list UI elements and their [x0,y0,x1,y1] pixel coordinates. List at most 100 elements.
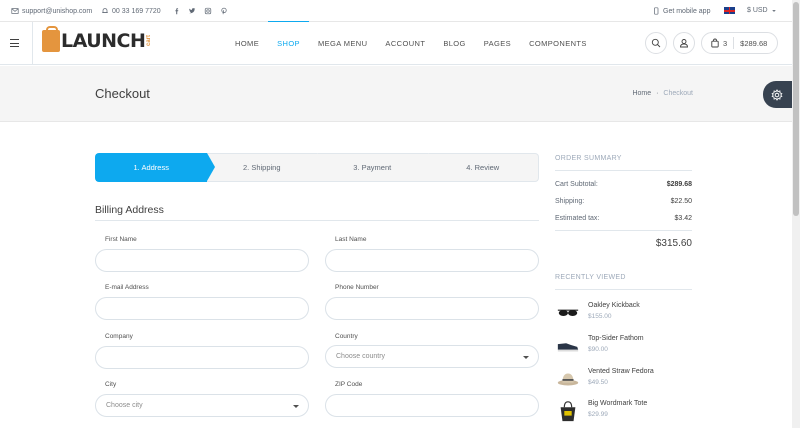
step-review[interactable]: 4. Review [427,153,539,182]
phone-text: 00 33 169 7720 [112,7,161,15]
recent-item[interactable]: Oakley Kickback $155.00 [555,300,692,326]
search-icon [651,38,661,48]
facebook-icon[interactable] [173,7,181,15]
nav-mega-menu[interactable]: MEGA MENU [309,22,376,65]
bell-icon [102,8,108,13]
city-select[interactable]: Choose city [95,394,309,417]
zip-field[interactable] [325,394,539,417]
breadcrumb-separator: · [656,90,659,97]
page-title: Checkout [95,86,150,101]
recently-viewed-heading: RECENTLY VIEWED [555,274,626,281]
nav-blog[interactable]: BLOG [434,22,474,65]
last-name-label: Last Name [335,236,367,243]
subtotal-value: $289.68 [666,181,692,188]
recent-item-price: $90.00 [588,346,608,353]
last-name-field[interactable] [325,249,539,272]
cart-divider [733,37,735,49]
phone-label: Phone Number [335,284,379,291]
hat-icon [555,366,581,392]
currency-text: $ USD [747,7,768,14]
divider [32,22,33,65]
email-contact[interactable]: support@unishop.com [11,7,92,15]
recent-item-name: Vented Straw Fedora [588,368,654,375]
cart-count: 3 [723,38,728,48]
twitter-icon[interactable] [188,7,196,15]
breadcrumb-home[interactable]: Home [632,90,651,97]
checkout-steps: 1. Address 2. Shipping 3. Payment 4. Rev… [95,153,539,182]
billing-divider [95,220,539,221]
shipping-value: $22.50 [670,198,692,205]
logo-subtext: cart [146,35,153,47]
mobile-app-link[interactable]: Get mobile app [652,7,710,15]
shoe-icon [555,333,581,359]
main-nav: HOME SHOP MEGA MENU ACCOUNT BLOG PAGES C… [226,21,596,65]
bag-icon [555,398,581,424]
recent-item[interactable]: Big Wordmark Tote $29.99 [555,398,692,424]
nav-shop[interactable]: SHOP [268,21,309,65]
recent-item-name: Top-Sider Fathom [588,335,644,342]
instagram-icon[interactable] [204,7,212,15]
step-shipping[interactable]: 2. Shipping [206,153,325,182]
shipping-label: Shipping: [555,198,585,205]
recent-item-price: $29.99 [588,411,608,418]
recent-item-price: $49.50 [588,379,608,386]
order-summary-heading: ORDER SUMMARY [555,155,622,162]
nav-account[interactable]: ACCOUNT [376,22,434,65]
step-payment[interactable]: 3. Payment [317,153,435,182]
nav-pages[interactable]: PAGES [475,22,520,65]
recent-item[interactable]: Vented Straw Fedora $49.50 [555,366,692,392]
user-icon [680,39,688,48]
tax-label: Estimated tax: [555,215,600,222]
country-select-value: Choose country [336,353,386,360]
email-field[interactable] [95,297,309,320]
country-select[interactable]: Choose country [325,345,539,368]
first-name-label: First Name [105,236,137,243]
step-address[interactable]: 1. Address [95,153,214,182]
site-header: LAUNCH cart HOME SHOP MEGA MENU ACCOUNT … [0,21,792,65]
recent-divider [555,289,692,290]
page-title-bar: Checkout Home · Checkout [0,66,792,122]
recent-item-price: $155.00 [588,313,612,320]
order-total: $315.60 [655,238,692,249]
nav-components[interactable]: COMPONENTS [520,22,596,65]
account-button[interactable] [673,32,695,54]
breadcrumb: Home · Checkout [632,90,693,97]
phone-field[interactable] [325,297,539,320]
chevron-down-icon [523,356,529,359]
page-scrollbar[interactable] [792,0,800,428]
breadcrumb-current: Checkout [663,90,693,97]
summary-tax-row: Estimated tax: $3.42 [555,215,692,222]
gear-icon [771,88,783,101]
chevron-down-icon [293,405,299,408]
mobile-icon [654,7,659,15]
summary-divider [555,170,692,171]
scrollbar-thumb[interactable] [793,2,799,216]
nav-home[interactable]: HOME [226,22,268,65]
summary-subtotal-row: Cart Subtotal: $289.68 [555,181,692,188]
recent-item-name: Oakley Kickback [588,302,640,309]
billing-title: Billing Address [95,204,164,216]
company-field[interactable] [95,346,309,369]
top-bar: support@unishop.com 00 33 169 7720 Get m… [0,0,792,22]
shopping-bag-icon [711,38,719,48]
phone-contact[interactable]: 00 33 169 7720 [101,7,161,15]
recent-item[interactable]: Top-Sider Fathom $90.00 [555,333,692,359]
menu-toggle-icon[interactable] [10,39,19,47]
bag-logo-icon [42,26,60,52]
currency-selector[interactable]: $ USD [724,7,777,14]
header-tools: 3 $289.68 [645,32,778,54]
country-label: Country [335,333,358,340]
city-select-value: Choose city [106,402,143,409]
chevron-down-icon [771,9,776,12]
pinterest-icon[interactable] [220,7,228,15]
logo-text: LAUNCH [61,30,146,52]
search-button[interactable] [645,32,667,54]
cart-button[interactable]: 3 $289.68 [701,32,778,54]
site-logo[interactable]: LAUNCH cart [42,26,153,52]
sunglasses-icon [555,300,581,326]
mobile-app-text: Get mobile app [663,7,711,15]
summary-shipping-row: Shipping: $22.50 [555,198,692,205]
recent-item-name: Big Wordmark Tote [588,400,648,407]
subtotal-label: Cart Subtotal: [555,181,598,188]
first-name-field[interactable] [95,249,309,272]
